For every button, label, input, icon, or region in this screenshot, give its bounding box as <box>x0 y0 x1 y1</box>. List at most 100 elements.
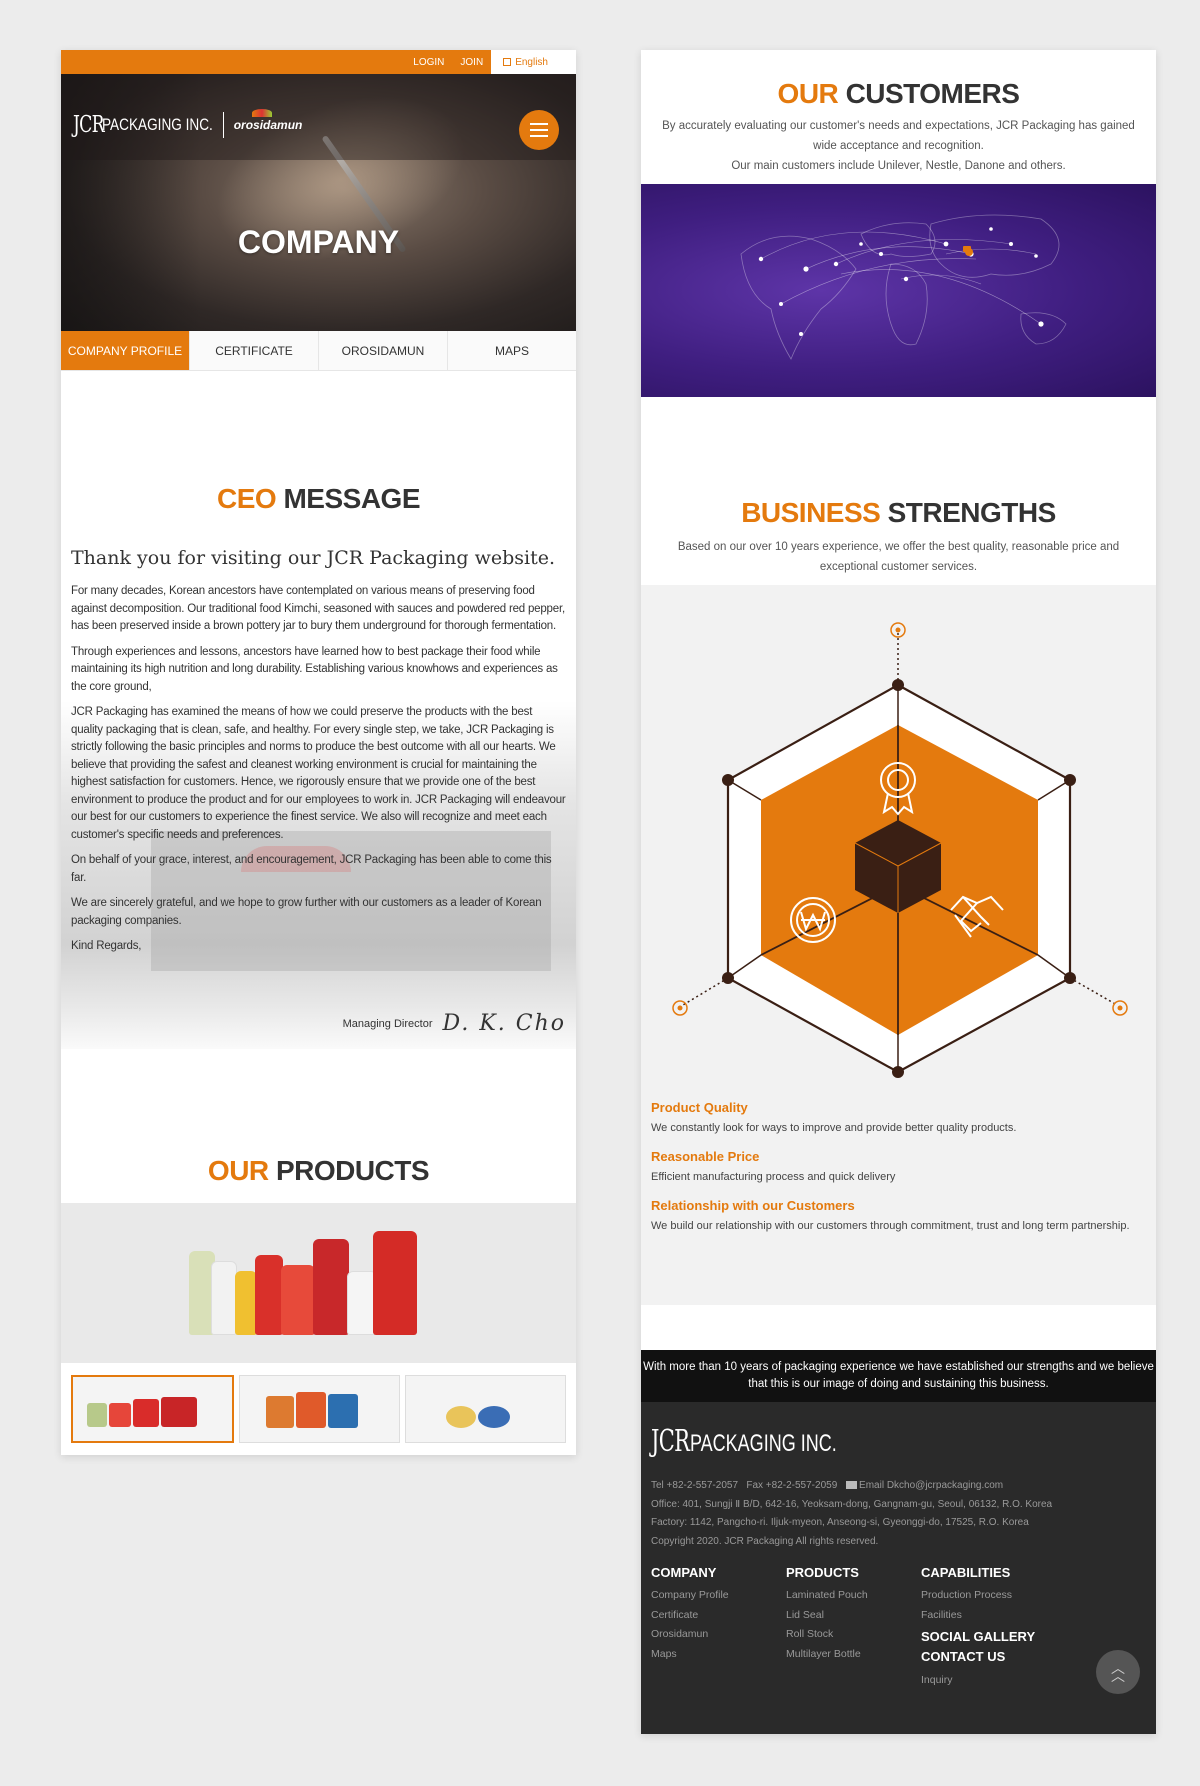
mini-pouch <box>161 1397 197 1427</box>
footer-link-multilayer-bottle[interactable]: Multilayer Bottle <box>786 1645 921 1665</box>
ceo-paragraph: For many decades, Korean ancestors have … <box>71 585 565 632</box>
strength-title: Relationship with our Customers <box>651 1198 855 1213</box>
customers-title-accent: OUR <box>777 78 839 109</box>
footer-heading-company[interactable]: COMPANY <box>651 1565 786 1580</box>
strength-title: Reasonable Price <box>651 1149 760 1164</box>
footer-banner: With more than 10 years of packaging exp… <box>641 1350 1156 1402</box>
site-footer: JCR PACKAGING INC. Tel +82-2-557-2057 Fa… <box>641 1402 1156 1734</box>
ceo-message-body: For many decades, Korean ancestors have … <box>71 583 567 964</box>
top-utility-bar: LOGIN JOIN English <box>61 50 576 74</box>
footer-link-orosidamun[interactable]: Orosidamun <box>651 1625 786 1645</box>
site-logo[interactable]: JCR PACKAGING INC. orosidamun <box>73 109 303 138</box>
footer-contact-info: Tel +82-2-557-2057 Fax +82-2-557-2059 Em… <box>651 1477 1146 1551</box>
mobile-page-company: LOGIN JOIN English JCR PACKAGING INC. or… <box>61 50 576 1455</box>
tab-orosidamun[interactable]: OROSIDAMUN <box>319 331 448 370</box>
logo-packaging: PACKAGING INC. <box>102 115 213 134</box>
tab-company-profile[interactable]: COMPANY PROFILE <box>61 331 190 370</box>
footer-link-lid-seal[interactable]: Lid Seal <box>786 1606 921 1626</box>
mini-cup <box>478 1406 510 1428</box>
footer-link-facilities[interactable]: Facilities <box>921 1606 1056 1626</box>
mobile-page-customers: OUR CUSTOMERS By accurately evaluating o… <box>641 50 1156 1734</box>
menu-icon <box>530 123 548 125</box>
product-pouch <box>373 1231 417 1335</box>
join-link[interactable]: JOIN <box>452 50 491 74</box>
language-selector[interactable]: English <box>491 50 576 74</box>
strengths-title-rest: STRENGTHS <box>887 497 1057 528</box>
sub-navigation-tabs: COMPANY PROFILE CERTIFICATE OROSIDAMUN M… <box>61 331 576 371</box>
product-thumbnail-2[interactable] <box>239 1375 400 1443</box>
footer-link-laminated-pouch[interactable]: Laminated Pouch <box>786 1586 921 1606</box>
footer-office: Office: 401, Sungji Ⅱ B/D, 642-16, Yeoks… <box>651 1498 1053 1510</box>
customers-title: OUR CUSTOMERS <box>641 50 1156 110</box>
footer-email[interactable]: Email Dkcho@jcrpackaging.com <box>859 1480 1003 1491</box>
world-map-icon <box>740 214 1067 360</box>
ceo-paragraph: Kind Regards, <box>71 940 142 952</box>
strengths-title-accent: BUSINESS <box>741 497 881 528</box>
ceo-signature-block: Managing Director D. K. Cho <box>343 1011 566 1036</box>
strength-desc: We build our relationship with our custo… <box>651 1220 1130 1232</box>
ceo-paragraph: On behalf of your grace, interest, and e… <box>71 854 552 884</box>
strength-desc: We constantly look for ways to improve a… <box>651 1122 1017 1134</box>
ceo-paragraph: Through experiences and lessons, ancesto… <box>71 645 558 693</box>
footer-heading-capabilities[interactable]: CAPABILITIES <box>921 1565 1056 1580</box>
footer-link-inquiry[interactable]: Inquiry <box>921 1671 1056 1691</box>
footer-fax: Fax +82-2-557-2059 <box>746 1480 838 1491</box>
mini-pouch <box>296 1392 326 1428</box>
footer-logo[interactable]: JCR PACKAGING INC. <box>651 1424 1146 1459</box>
footer-link-certificate[interactable]: Certificate <box>651 1606 786 1626</box>
ceo-paragraph: We are sincerely grateful, and we hope t… <box>71 897 542 927</box>
menu-icon-bar <box>530 129 548 131</box>
login-link[interactable]: LOGIN <box>405 50 452 74</box>
ceo-title-rest: MESSAGE <box>283 483 420 514</box>
footer-link-maps[interactable]: Maps <box>651 1645 786 1665</box>
ceo-paragraph: JCR Packaging has examined the means of … <box>71 706 566 841</box>
scroll-top-icon: ︿ ︿ <box>1111 1660 1125 1684</box>
ceo-greeting: Thank you for visiting our JCR Packaging… <box>71 547 555 569</box>
footer-link-roll-stock[interactable]: Roll Stock <box>786 1625 921 1645</box>
signer-title: Managing Director <box>342 1017 433 1030</box>
product-pouch <box>281 1265 315 1335</box>
tab-certificate[interactable]: CERTIFICATE <box>190 331 319 370</box>
products-title-rest: PRODUCTS <box>275 1155 430 1186</box>
strengths-list: Product Quality We constantly look for w… <box>651 1100 1136 1247</box>
footer-heading-products[interactable]: PRODUCTS <box>786 1565 921 1580</box>
product-slide-image <box>61 1203 576 1363</box>
logo-jcr: JCR <box>73 112 105 138</box>
world-map-image <box>641 184 1156 397</box>
footer-tel: Tel +82-2-557-2057 <box>651 1480 739 1491</box>
tab-maps[interactable]: MAPS <box>448 331 576 370</box>
strength-item: Relationship with our Customers We build… <box>651 1198 1136 1234</box>
ceo-title-accent: CEO <box>217 483 277 514</box>
language-label: English <box>515 56 548 68</box>
mini-pouch <box>328 1394 358 1428</box>
customers-list-text: Our main customers include Unilever, Nes… <box>731 160 1066 172</box>
product-thumbnail-3[interactable] <box>405 1375 566 1443</box>
footer-phone-line: Tel +82-2-557-2057 Fax +82-2-557-2059 Em… <box>651 1477 1146 1496</box>
logo-divider <box>222 112 224 138</box>
product-thumbnails <box>61 1363 576 1455</box>
page-title: COMPANY <box>237 224 400 260</box>
hero-banner: JCR PACKAGING INC. orosidamun COMPANY <box>61 74 576 331</box>
footer-heading-contact-us[interactable]: CONTACT US <box>921 1648 1056 1665</box>
logo-orosidamun: orosidamun <box>233 109 303 132</box>
footer-factory: Factory: 1142, Pangcho-ri. Iljuk-myeon, … <box>651 1517 1029 1528</box>
mini-pouch <box>266 1396 294 1428</box>
footer-link-company-profile[interactable]: Company Profile <box>651 1586 786 1606</box>
strengths-diagram: Product Quality We constantly look for w… <box>641 585 1156 1305</box>
footer-copyright: Copyright 2020. JCR Packaging All rights… <box>651 1535 879 1547</box>
customers-description: By accurately evaluating our customer's … <box>662 120 1135 152</box>
product-thumbnail-1[interactable] <box>71 1375 234 1443</box>
mail-icon <box>846 1481 858 1489</box>
footer-col-capabilities: CAPABILITIES Production Process Faciliti… <box>921 1565 1056 1691</box>
footer-link-production-process[interactable]: Production Process <box>921 1586 1056 1606</box>
scroll-top-button[interactable]: ︿ ︿ <box>1096 1650 1140 1694</box>
footer-col-company: COMPANY Company Profile Certificate Oros… <box>651 1565 786 1691</box>
strength-item: Reasonable Price Efficient manufacturing… <box>651 1149 1136 1185</box>
ceo-signature: D. K. Cho <box>442 1011 566 1036</box>
footer-logo-packaging: PACKAGING INC. <box>689 1430 837 1457</box>
mini-pouch <box>133 1399 159 1427</box>
menu-button[interactable] <box>519 110 559 150</box>
footer-heading-social-gallery[interactable]: SOCIAL GALLERY <box>921 1628 1056 1645</box>
ceo-message-title: CEO MESSAGE <box>61 483 576 515</box>
strength-title: Product Quality <box>651 1100 748 1115</box>
